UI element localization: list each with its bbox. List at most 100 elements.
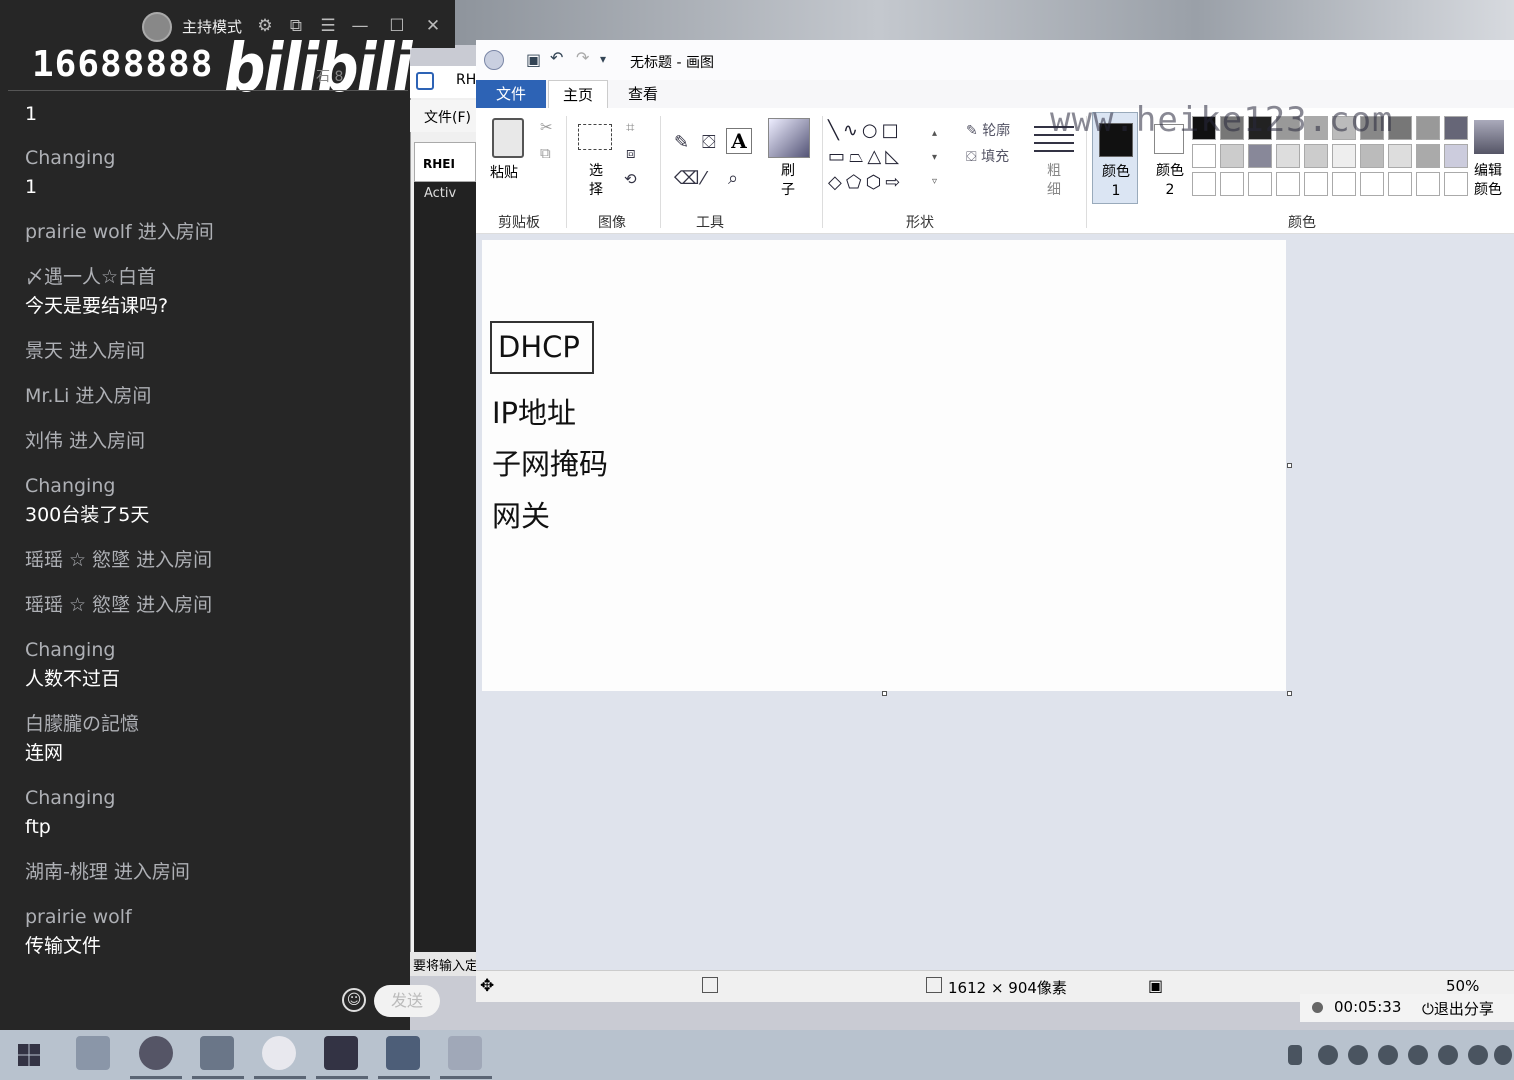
palette-swatch[interactable] (1276, 172, 1300, 196)
room-id: 16688888 (32, 44, 214, 85)
qq-icon[interactable] (1438, 1045, 1458, 1065)
resize-handle[interactable] (1287, 691, 1292, 696)
quick-access-dropdown-icon[interactable]: ▾ (600, 52, 606, 66)
palette-swatch[interactable] (1276, 144, 1300, 168)
message-user: Changing (25, 639, 116, 661)
palette-swatch[interactable] (1220, 172, 1244, 196)
tray-app-icon[interactable] (1348, 1045, 1368, 1065)
message-user: 〆遇一人☆白首 (25, 266, 157, 288)
vmware-icon[interactable] (200, 1036, 234, 1070)
message-user: Changing (25, 787, 116, 809)
magnifier-icon[interactable]: ⌕ (728, 168, 738, 189)
palette-swatch[interactable] (1304, 172, 1328, 196)
undo-icon[interactable]: ↶ (550, 48, 563, 67)
palette-swatch[interactable] (1304, 144, 1328, 168)
emoji-icon[interactable]: ☺ (342, 988, 366, 1012)
resize-icon[interactable]: ⧈ (626, 144, 636, 162)
logo-subtext: 石 8 (316, 69, 344, 85)
palette-swatch[interactable] (1388, 172, 1412, 196)
taskbar-indicator (192, 1076, 244, 1079)
canvas-text-dhcp: DHCP (498, 330, 580, 364)
palette-swatch[interactable] (1220, 144, 1244, 168)
tray-app-icon[interactable] (1494, 1045, 1512, 1065)
palette-swatch[interactable] (1360, 172, 1384, 196)
canvas-dimensions: 1612 × 904像素 (948, 979, 1067, 997)
taskbar-indicator (378, 1076, 430, 1079)
chat-message: 〆遇一人☆白首 今天是要结课吗? (25, 263, 168, 321)
qq-icon[interactable] (1468, 1045, 1488, 1065)
paint-icon[interactable] (448, 1036, 482, 1070)
chat-message: 1 (25, 100, 37, 129)
status-text: 要将输入定 (410, 952, 476, 976)
chat-message: 瑶瑶 ☆ 慾墜 进入房间 (25, 591, 212, 620)
palette-swatch[interactable] (1192, 172, 1216, 196)
tray-app-icon[interactable] (1318, 1045, 1338, 1065)
bilibili-app-icon[interactable] (262, 1036, 296, 1070)
fill-bucket-icon[interactable]: ⛋ (702, 132, 716, 153)
select-button[interactable]: 选择 (586, 162, 606, 200)
copy-icon[interactable]: ⧉ (540, 144, 551, 162)
tab-rhel[interactable]: RHEI (414, 142, 476, 182)
tray-app-icon[interactable] (1378, 1045, 1398, 1065)
palette-swatch[interactable] (1248, 144, 1272, 168)
palette-swatch[interactable] (1444, 116, 1468, 140)
palette-swatch[interactable] (1332, 172, 1356, 196)
crop-icon[interactable]: ⌗ (626, 118, 634, 136)
palette-swatch[interactable] (1248, 172, 1272, 196)
exit-share-label: 退出分享 (1433, 1000, 1494, 1018)
obs-icon[interactable] (324, 1036, 358, 1070)
host-avatar[interactable] (142, 12, 172, 42)
outline-button[interactable]: ✎ 轮廓 (966, 120, 1010, 140)
palette-swatch[interactable] (1192, 144, 1216, 168)
pencil-icon[interactable]: ✎ (674, 132, 689, 153)
eraser-icon[interactable]: ⌫ (674, 168, 699, 189)
background-window-title[interactable]: RH (410, 66, 476, 98)
tab-view[interactable]: 查看 (616, 80, 670, 108)
tree-item-activities[interactable]: Activ (414, 182, 476, 952)
file-explorer-icon[interactable] (76, 1036, 110, 1070)
tab-home[interactable]: 主页 (548, 80, 608, 108)
shapes-gallery[interactable]: ╲∿○□ ▭⏢△◺ ◇⬠⬡⇨ (828, 118, 928, 194)
message-user: 瑶瑶 ☆ 慾墜 进入房间 (25, 549, 213, 571)
select-icon[interactable] (578, 124, 612, 150)
qq-icon[interactable] (1408, 1045, 1428, 1065)
paint-window-title: 无标题 - 画图 (630, 55, 714, 71)
palette-swatch[interactable] (1360, 144, 1384, 168)
paint-app-icon[interactable] (484, 50, 504, 70)
chat-message: 景天 进入房间 (25, 337, 145, 366)
close-icon[interactable]: ✕ (422, 15, 444, 37)
brush-icon[interactable] (768, 118, 810, 158)
terminal-icon[interactable] (386, 1036, 420, 1070)
text-tool-icon[interactable]: A (726, 128, 752, 154)
redo-icon[interactable]: ↷ (576, 48, 589, 67)
chat-message: Mr.Li 进入房间 (25, 382, 151, 411)
palette-swatch[interactable] (1416, 144, 1440, 168)
edit-colors-button[interactable]: 编辑颜色 (1470, 118, 1510, 206)
paste-button[interactable]: 粘贴 (490, 162, 518, 182)
clipboard-icon[interactable] (492, 118, 524, 158)
microphone-icon[interactable] (1288, 1045, 1302, 1065)
color-picker-icon[interactable]: ⁄ (702, 168, 705, 189)
palette-swatch[interactable] (1416, 172, 1440, 196)
palette-swatch[interactable] (1332, 144, 1356, 168)
palette-swatch[interactable] (1444, 144, 1468, 168)
rotate-icon[interactable]: ⟲ (624, 170, 637, 188)
menu-file[interactable]: 文件(F) (410, 100, 476, 132)
palette-swatch[interactable] (1444, 172, 1468, 196)
brush-button[interactable]: 刷子 (778, 162, 798, 200)
resize-handle[interactable] (882, 691, 887, 696)
start-icon[interactable] (18, 1044, 40, 1066)
palette-swatch[interactable] (1416, 116, 1440, 140)
palette-swatch[interactable] (1388, 144, 1412, 168)
resize-handle[interactable] (1287, 463, 1292, 468)
fill-button[interactable]: ⛋ 填充 (966, 146, 1009, 166)
tab-file[interactable]: 文件 (476, 80, 546, 108)
exit-share-button[interactable]: ⏻退出分享 (1422, 998, 1494, 1019)
message-text: 连网 (25, 742, 64, 764)
send-button[interactable]: 发送 (374, 985, 440, 1017)
browser-icon[interactable] (139, 1036, 173, 1070)
size-button[interactable]: 粗细 (1044, 162, 1064, 200)
cut-icon[interactable]: ✂ (540, 118, 553, 136)
save-icon[interactable]: ▣ (526, 50, 541, 69)
shapes-scroll-icon[interactable]: ▴ ▾ ▿ (932, 122, 937, 194)
